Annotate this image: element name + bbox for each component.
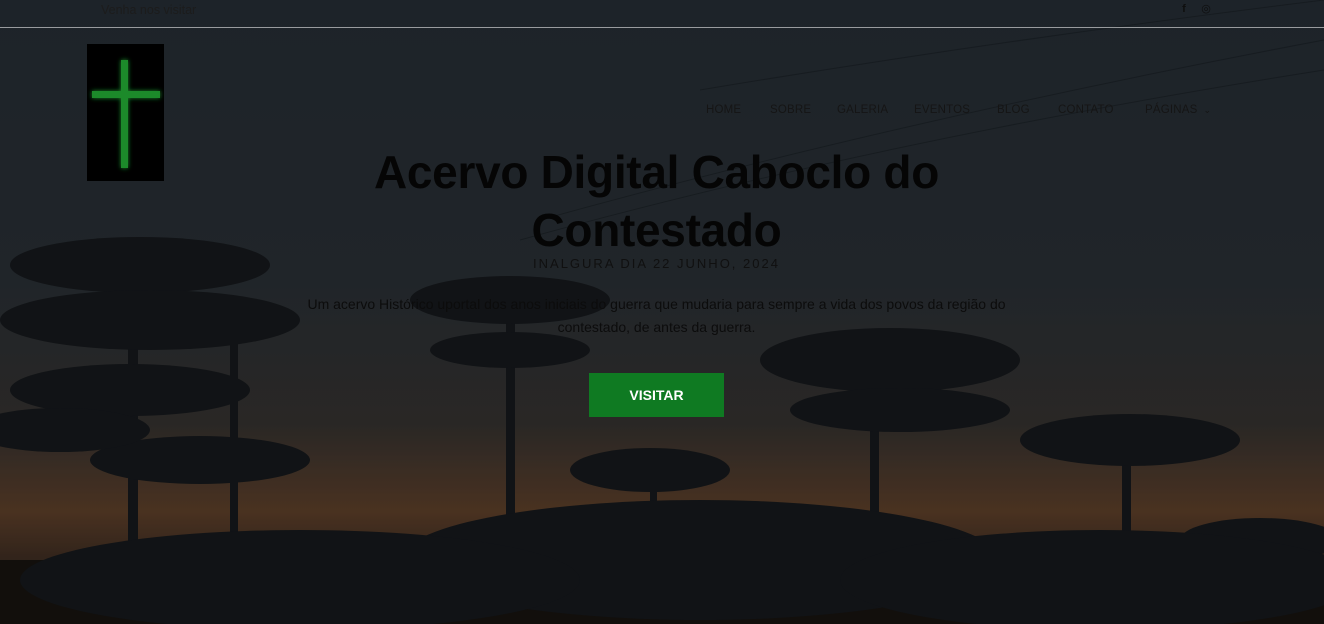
nav-paginas[interactable]: PÁGINAS ⌄ [1145,104,1211,116]
nav-contato[interactable]: CONTATO [1058,104,1114,116]
facebook-icon[interactable]: f [1178,3,1190,16]
nav-sobre[interactable]: SOBRE [770,104,811,116]
chevron-down-icon: ⌄ [1203,105,1212,115]
nav-galeria[interactable]: GALERIA [837,104,888,116]
hero-description: Um acervo Histórico uportal dos anos ini… [307,296,1006,335]
site-logo[interactable] [87,44,164,181]
instagram-icon[interactable]: ◎ [1200,3,1212,16]
nav-eventos[interactable]: EVENTOS [914,104,970,116]
hero-subtitle: INALGURA DIA 22 JUNHO, 2024 [533,256,780,271]
nav-home[interactable]: HOME [706,104,741,116]
top-bar: Venha nos visitar f ◎ [0,0,1324,28]
green-cross-logo [92,60,160,168]
hero-title: Acervo Digital Caboclo do Contestado [373,146,940,256]
nav-blog[interactable]: BLOG [997,104,1030,116]
nav-paginas-label: PÁGINAS [1145,104,1198,116]
hero-section: Venha nos visitar f ◎ HOME SOBRE GALERIA… [0,0,1324,624]
topbar-tagline: Venha nos visitar [101,3,197,17]
visitar-button[interactable]: VISITAR [589,373,724,417]
